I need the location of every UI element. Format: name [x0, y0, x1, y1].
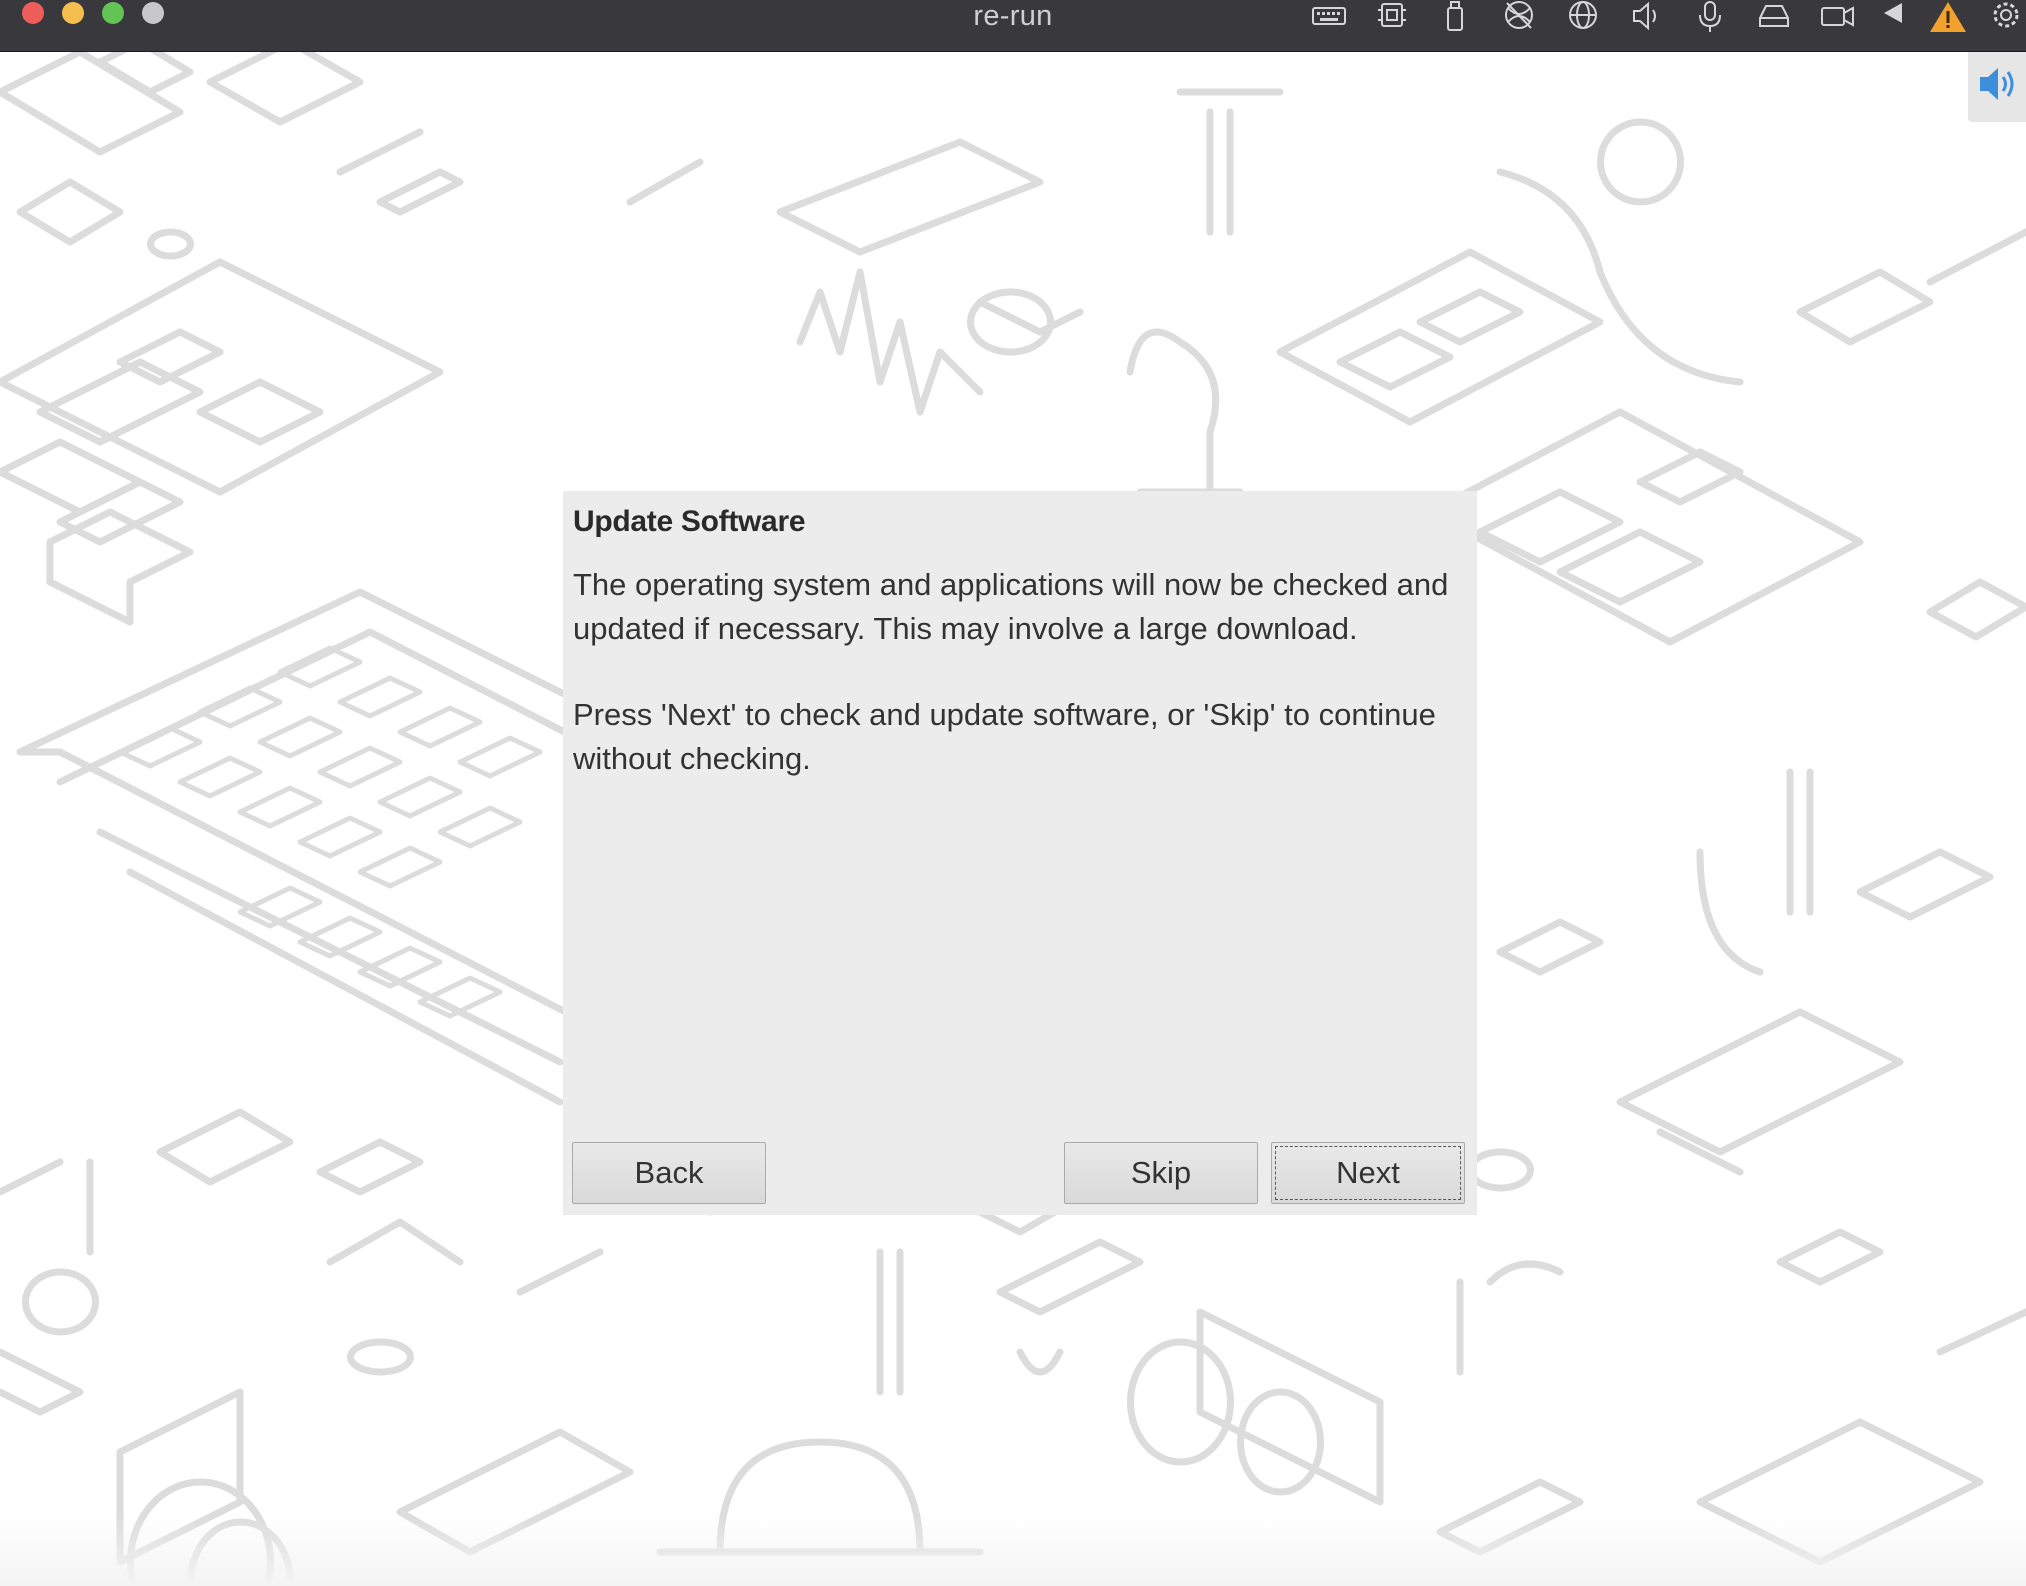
dialog-instructions: Press 'Next' to check and update softwar… — [573, 697, 1436, 776]
speaker-icon[interactable] — [1626, 0, 1666, 34]
window-title-bar: re-run — [0, 0, 2026, 52]
microphone-icon[interactable] — [1690, 0, 1730, 34]
network-disabled-icon[interactable] — [1499, 0, 1539, 34]
play-icon[interactable] — [1874, 0, 1914, 34]
volume-control[interactable] — [1968, 52, 2026, 122]
dialog-description: The operating system and applications wi… — [573, 567, 1449, 646]
keyboard-icon[interactable] — [1309, 0, 1349, 34]
disk-icon[interactable] — [1754, 0, 1794, 34]
cpu-icon[interactable] — [1372, 0, 1412, 34]
next-button[interactable]: Next — [1271, 1142, 1465, 1204]
skip-button[interactable]: Skip — [1064, 1142, 1258, 1204]
settings-icon[interactable] — [1986, 0, 2026, 34]
dialog-title: Update Software — [573, 505, 806, 538]
volume-icon — [1980, 68, 2014, 100]
desktop-bottom-fade — [0, 1516, 2026, 1586]
warning-icon[interactable] — [1928, 0, 1968, 34]
back-button[interactable]: Back — [572, 1142, 766, 1204]
usb-icon[interactable] — [1435, 0, 1475, 34]
update-software-dialog: Update Software The operating system and… — [563, 491, 1477, 1215]
globe-icon[interactable] — [1563, 0, 1603, 34]
camera-icon[interactable] — [1818, 0, 1858, 34]
